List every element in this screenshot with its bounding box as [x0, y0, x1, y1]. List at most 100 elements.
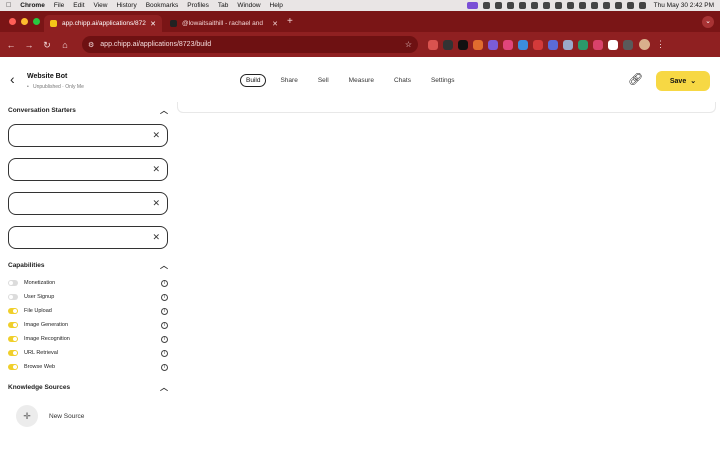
menu-profiles[interactable]: Profiles [187, 2, 209, 9]
reload-icon[interactable]: ↻ [40, 38, 54, 52]
link-icon[interactable]: 🔗︎ [628, 72, 643, 86]
extension-icon[interactable] [428, 39, 438, 50]
extension-icon[interactable] [608, 39, 618, 50]
status-control-center-icon[interactable] [626, 2, 634, 9]
menu-window[interactable]: Window [237, 2, 260, 9]
status-x-icon[interactable] [494, 2, 502, 9]
toggle-switch[interactable] [8, 322, 18, 328]
status-search-icon[interactable] [614, 2, 622, 9]
status-siri-icon[interactable] [638, 2, 646, 9]
menu-help[interactable]: Help [270, 2, 283, 9]
info-icon[interactable]: i [161, 363, 168, 371]
tab-close-icon[interactable]: ✕ [272, 20, 278, 28]
close-window-icon[interactable] [9, 18, 16, 25]
extension-icon[interactable] [473, 39, 483, 50]
conversation-starter-field[interactable]: ✕ [8, 124, 168, 147]
info-icon[interactable]: i [161, 349, 168, 357]
toggle-switch[interactable] [8, 350, 18, 356]
tab-build[interactable]: Build [240, 74, 267, 87]
extension-icon[interactable] [578, 39, 588, 50]
extension-icon[interactable] [548, 39, 558, 50]
status-bluetooth-icon[interactable] [578, 2, 586, 9]
apple-icon[interactable]:  [6, 2, 11, 9]
back-arrow-icon[interactable]: ← [4, 38, 18, 52]
clear-x-icon[interactable]: ✕ [152, 232, 160, 243]
status-app-icon[interactable] [466, 2, 478, 9]
bookmark-star-icon[interactable]: ☆ [405, 40, 412, 49]
status-cloud-icon[interactable] [506, 2, 514, 9]
status-battery-icon[interactable] [590, 2, 598, 9]
chrome-menu-icon[interactable]: ⋮ [656, 39, 665, 50]
conversation-starters-header[interactable]: Conversation Starters ︿ [8, 105, 168, 116]
clear-x-icon[interactable]: ✕ [152, 198, 160, 209]
browser-tab-active[interactable]: app.chipp.ai/applications/872 ✕ [44, 15, 162, 32]
extension-icon[interactable] [533, 39, 543, 50]
capabilities-header[interactable]: Capabilities ︿ [8, 260, 168, 271]
extension-icon[interactable] [563, 39, 573, 50]
chevron-up-icon[interactable]: ︿ [160, 382, 168, 393]
menu-bookmarks[interactable]: Bookmarks [146, 2, 179, 9]
site-info-icon[interactable]: ⚙ [88, 41, 94, 49]
menu-datetime[interactable]: Thu May 30 2:42 PM [654, 2, 714, 9]
extension-icon[interactable] [623, 39, 633, 50]
profile-avatar[interactable] [639, 39, 650, 50]
extension-icon[interactable] [443, 39, 453, 50]
status-wifi-icon[interactable] [602, 2, 610, 9]
extension-icon[interactable] [488, 39, 498, 50]
status-doc-icon[interactable] [482, 2, 490, 9]
toggle-switch[interactable] [8, 280, 18, 286]
info-icon[interactable]: i [161, 321, 168, 329]
extension-icon[interactable] [458, 39, 468, 50]
status-dropbox-icon[interactable] [530, 2, 538, 9]
info-icon[interactable]: i [161, 335, 168, 343]
conversation-starter-field[interactable]: ✕ [8, 192, 168, 215]
back-chevron-icon[interactable]: ‹ [10, 72, 15, 86]
zoom-window-icon[interactable] [33, 18, 40, 25]
menu-view[interactable]: View [94, 2, 108, 9]
info-icon[interactable]: i [161, 307, 168, 315]
save-button[interactable]: Save ⌄ [656, 71, 710, 91]
status-volume-icon[interactable] [566, 2, 574, 9]
menu-history[interactable]: History [116, 2, 136, 9]
forward-arrow-icon[interactable]: → [22, 38, 36, 52]
home-icon[interactable]: ⌂ [58, 38, 72, 52]
toggle-switch[interactable] [8, 308, 18, 314]
toggle-switch[interactable] [8, 336, 18, 342]
tab-settings[interactable]: Settings [425, 74, 461, 87]
clear-x-icon[interactable]: ✕ [152, 130, 160, 141]
tab-sell[interactable]: Sell [312, 74, 335, 87]
status-shield-icon[interactable] [542, 2, 550, 9]
tab-share[interactable]: Share [274, 74, 303, 87]
toggle-switch[interactable] [8, 364, 18, 370]
conversation-starter-field[interactable]: ✕ [8, 158, 168, 181]
menu-app-name[interactable]: Chrome [20, 2, 45, 9]
conversation-starter-input[interactable] [15, 231, 145, 244]
conversation-starter-input[interactable] [15, 129, 145, 142]
info-icon[interactable]: i [161, 279, 168, 287]
build-sidebar[interactable]: Conversation Starters ︿ ✕ ✕ ✕ ✕ Capabili… [0, 102, 174, 450]
conversation-starter-input[interactable] [15, 163, 145, 176]
toggle-switch[interactable] [8, 294, 18, 300]
extension-icon[interactable] [518, 39, 528, 50]
status-pause-icon[interactable] [554, 2, 562, 9]
browser-tab[interactable]: @lowaitsaithill - rachael and ✕ [164, 15, 284, 32]
clear-x-icon[interactable]: ✕ [152, 164, 160, 175]
status-github-icon[interactable] [518, 2, 526, 9]
new-source-button[interactable]: ✛ New Source [16, 405, 84, 427]
chevron-up-icon[interactable]: ︿ [160, 260, 168, 271]
tab-chats[interactable]: Chats [388, 74, 417, 87]
address-bar-url[interactable]: app.chipp.ai/applications/8723/build [100, 41, 405, 48]
address-bar[interactable]: ⚙ app.chipp.ai/applications/8723/build ☆ [82, 36, 418, 53]
menu-tab[interactable]: Tab [218, 2, 228, 9]
conversation-starter-input[interactable] [15, 197, 145, 210]
extension-icon[interactable] [503, 39, 513, 50]
info-icon[interactable]: i [161, 293, 168, 301]
menu-file[interactable]: File [54, 2, 64, 9]
tab-search-chevron-icon[interactable]: ⌄ [702, 16, 714, 28]
menu-edit[interactable]: Edit [73, 2, 84, 9]
chevron-up-icon[interactable]: ︿ [160, 105, 168, 116]
conversation-starter-field[interactable]: ✕ [8, 226, 168, 249]
minimize-window-icon[interactable] [21, 18, 28, 25]
extension-icon[interactable] [593, 39, 603, 50]
knowledge-sources-header[interactable]: Knowledge Sources ︿ [8, 382, 168, 393]
